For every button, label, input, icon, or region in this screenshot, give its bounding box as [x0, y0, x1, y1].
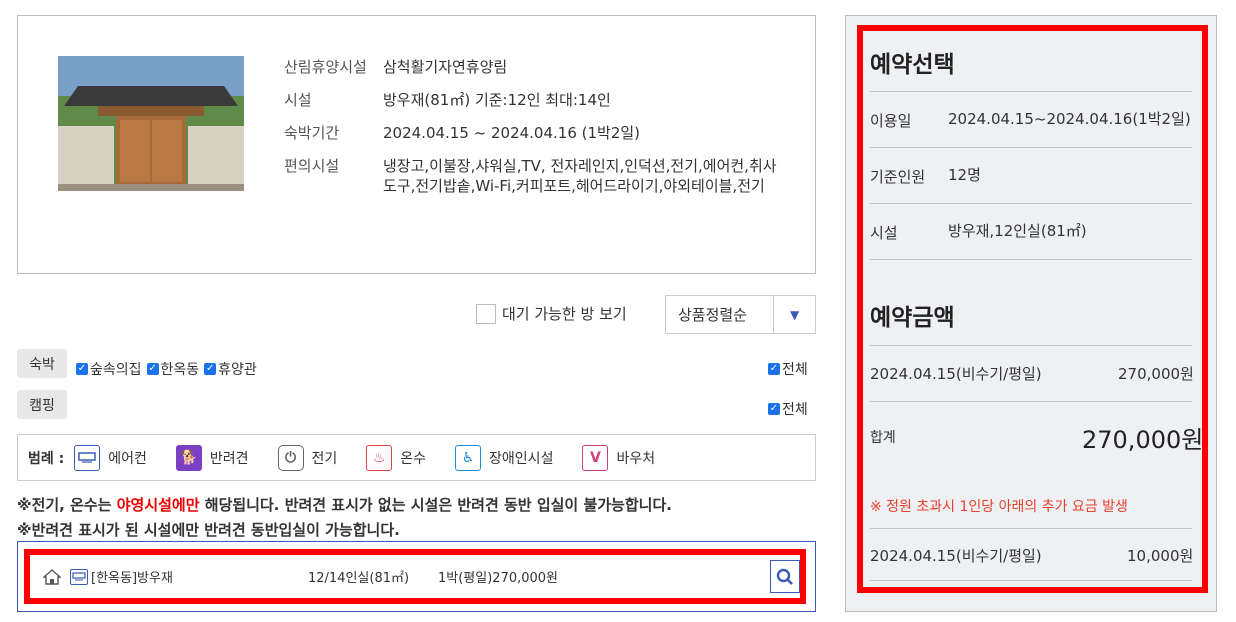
- panel-facility-label: 시설: [870, 224, 898, 242]
- available-checkbox[interactable]: [476, 303, 496, 324]
- room-result-list: [한옥동]방우재 12/14인실(81㎡) 1박(평일)270,000원: [17, 541, 816, 612]
- camp-all-check[interactable]: ✓ 전체: [768, 399, 808, 419]
- stay-type-checks: ✓ 숲속의집 ✓ 한옥동 ✓ 휴양관: [76, 359, 257, 379]
- period-value: 2024.04.15 ~ 2024.04.16 (1박2일): [383, 124, 641, 142]
- divider: [870, 91, 1192, 92]
- legend-voucher: V 바우처: [582, 444, 656, 471]
- info-row-amenity: 편의시설 냉장고,이불장,샤워실,TV, 전자레인지,인덕션,전기,에어컨,취사…: [284, 156, 778, 196]
- legend-title: 범례 :: [28, 450, 65, 467]
- facility-value: 방우재(81㎡) 기준:12인 최대:14인: [383, 91, 611, 109]
- legend-label: 온수: [400, 450, 427, 467]
- legend-hot-water: ♨ 온수: [366, 444, 427, 471]
- use-date-label: 이용일: [870, 112, 912, 130]
- base-people-label: 기준인원: [870, 168, 926, 186]
- legend-label: 전기: [311, 450, 338, 467]
- amount-line-date: 2024.04.15(비수기/평일): [870, 365, 1042, 383]
- notice-line-1-a: ※전기, 온수는: [17, 496, 117, 514]
- divider: [870, 147, 1192, 148]
- notice-line-1-b: 해당됩니다. 반려견 표시가 없는 시설은 반려견 동반 입실이 불가능합니다.: [199, 496, 672, 514]
- total-label: 합계: [870, 430, 896, 446]
- checkbox-checked-icon[interactable]: ✓: [768, 403, 780, 415]
- checkbox-checked-icon[interactable]: ✓: [146, 363, 159, 375]
- pet-dog-icon: 🐕: [175, 444, 202, 471]
- check-forest-house-label: 숲속의집: [90, 362, 142, 378]
- sort-label: 상품정렬순: [678, 306, 748, 324]
- legend-electric: ⏻ 전기: [277, 444, 338, 471]
- notice-line-1: ※전기, 온수는 야영시설에만 해당됩니다. 반려견 표시가 없는 시설은 반려…: [17, 494, 672, 515]
- available-rooms-toggle[interactable]: 대기 가능한 방 보기: [476, 303, 627, 324]
- base-people-value: 12명: [948, 166, 981, 184]
- legend-box: 범례 : 에어컨 🐕 반려견 ⏻ 전기 ♨ 온수 ♿ 장애인시설 V 바우처: [17, 434, 816, 481]
- facility-info-box: 산림휴양시설 삼척활기자연휴양림 시설 방우재(81㎡) 기준:12인 최대:1…: [17, 15, 816, 274]
- divider: [870, 580, 1192, 581]
- available-label: 대기 가능한 방 보기: [502, 305, 627, 323]
- checkbox-checked-icon[interactable]: ✓: [76, 363, 88, 375]
- legend-wheelchair: ♿ 장애인시설: [455, 444, 554, 471]
- info-row-forest: 산림휴양시설 삼척활기자연휴양림: [284, 57, 778, 77]
- facility-info-table: 산림휴양시설 삼척활기자연휴양림 시설 방우재(81㎡) 기준:12인 최대:1…: [284, 57, 778, 209]
- room-capacity: 12/14인실(81㎡): [308, 571, 410, 586]
- room-name[interactable]: [한옥동]방우재: [91, 567, 308, 586]
- search-icon[interactable]: [770, 560, 800, 593]
- divider: [870, 345, 1192, 346]
- stay-all-label: 전체: [782, 362, 808, 378]
- wheelchair-icon: ♿: [455, 444, 482, 471]
- divider: [870, 401, 1192, 402]
- camp-all-label: 전체: [782, 402, 808, 418]
- air-conditioner-icon: [74, 444, 101, 471]
- legend-air-conditioner: 에어컨: [74, 444, 147, 471]
- electric-plug-icon: ⏻: [277, 444, 304, 471]
- total-value: 270,000원: [1082, 426, 1204, 454]
- extra-fee-date: 2024.04.15(비수기/평일): [870, 547, 1042, 565]
- divider: [870, 259, 1192, 260]
- check-rest-label: 휴양관: [218, 362, 257, 378]
- extra-fee-amount: 10,000원: [1127, 547, 1194, 565]
- forest-value: 삼척활기자연휴양림: [383, 58, 508, 76]
- house-icon: [42, 567, 62, 587]
- notice-highlight: 야영시설에만: [116, 496, 200, 514]
- check-hanok-label: 한옥동: [160, 362, 200, 378]
- legend-label: 바우처: [616, 450, 656, 467]
- checkbox-checked-icon[interactable]: ✓: [768, 363, 780, 375]
- info-row-facility: 시설 방우재(81㎡) 기준:12인 최대:14인: [284, 90, 778, 110]
- check-hanok[interactable]: ✓ 한옥동: [146, 359, 200, 379]
- check-forest-house[interactable]: ✓ 숲속의집: [76, 359, 142, 379]
- facility-label: 시설: [284, 91, 312, 109]
- legend-label: 반려견: [209, 450, 249, 467]
- hot-water-icon: ♨: [366, 444, 393, 471]
- check-rest[interactable]: ✓ 휴양관: [204, 359, 257, 379]
- voucher-v-icon: V: [582, 444, 609, 471]
- legend-label: 에어컨: [108, 450, 147, 467]
- amount-line-value: 270,000원: [1118, 365, 1194, 383]
- room-result-row[interactable]: [한옥동]방우재 12/14인실(81㎡) 1박(평일)270,000원: [24, 549, 806, 604]
- reservation-select-title: 예약선택: [870, 52, 955, 78]
- amenity-value: 냉장고,이불장,샤워실,TV, 전자레인지,인덕션,전기,에어컨,취사도구,전기…: [383, 157, 777, 195]
- info-row-period: 숙박기간 2024.04.15 ~ 2024.04.16 (1박2일): [284, 123, 778, 143]
- amenity-label: 편의시설: [284, 157, 340, 175]
- reservation-amount-title: 예약금액: [870, 305, 955, 331]
- period-label: 숙박기간: [284, 124, 340, 142]
- extra-fee-note: ※ 정원 초과시 1인당 아래의 추가 요금 발생: [870, 499, 1128, 515]
- category-stay-button[interactable]: 숙박: [17, 349, 67, 378]
- legend-label: 장애인시설: [489, 450, 554, 467]
- facility-photo: [58, 56, 244, 191]
- divider: [870, 203, 1192, 204]
- use-date-value: 2024.04.15~2024.04.16(1박2일): [948, 110, 1191, 128]
- chevron-down-icon[interactable]: ▼: [773, 296, 815, 333]
- air-conditioner-icon: [70, 568, 88, 585]
- notice-line-2: ※반려견 표시가 된 시설에만 반려견 동반입실이 가능합니다.: [17, 521, 400, 539]
- sort-select[interactable]: 상품정렬순 ▼: [665, 295, 816, 334]
- stay-all-check[interactable]: ✓ 전체: [768, 359, 808, 379]
- forest-label: 산림휴양시설: [284, 58, 367, 76]
- divider: [870, 528, 1192, 529]
- checkbox-checked-icon[interactable]: ✓: [204, 363, 217, 375]
- legend-pet: 🐕 반려견: [175, 444, 249, 471]
- room-price: 1박(평일)270,000원: [438, 571, 559, 586]
- category-camp-button[interactable]: 캠핑: [17, 390, 67, 419]
- panel-facility-value: 방우재,12인실(81㎡): [948, 222, 1087, 240]
